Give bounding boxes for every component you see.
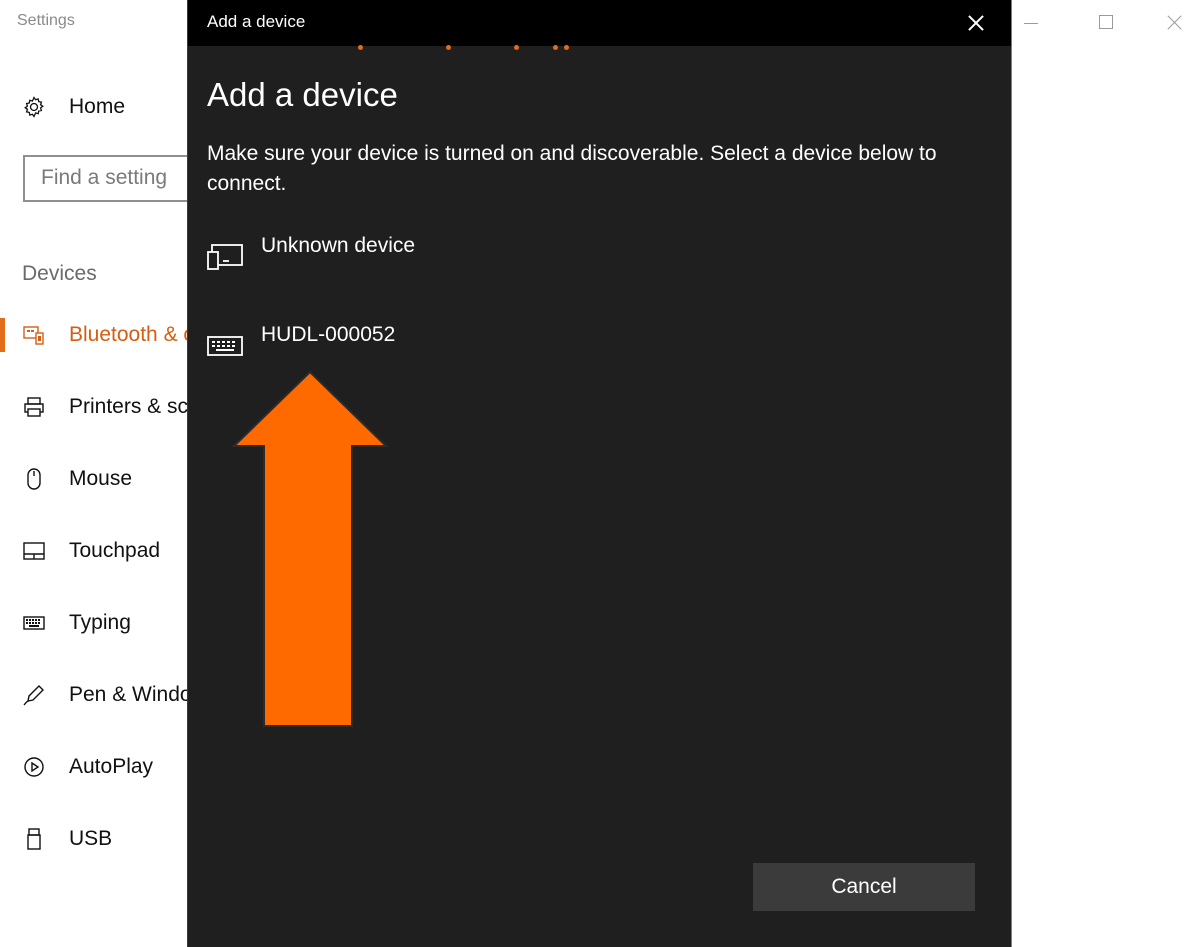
dialog-close-button[interactable] (961, 8, 991, 38)
mouse-icon (22, 467, 46, 491)
window-controls (1010, 0, 1200, 46)
sidebar-item-autoplay[interactable]: AutoPlay (22, 750, 153, 784)
progress-dot (358, 45, 363, 50)
sidebar-item-touchpad[interactable]: Touchpad (22, 534, 160, 568)
device-label: Unknown device (261, 234, 416, 257)
generic-device-icon (207, 240, 243, 272)
usb-icon (22, 827, 46, 851)
keyboard-device-icon (207, 329, 243, 361)
sidebar-item-label: Mouse (69, 467, 133, 490)
search-input[interactable]: Find a setting (23, 155, 213, 202)
printer-icon (22, 395, 46, 419)
dialog-titlebar-text: Add a device (207, 12, 306, 31)
sidebar-item-usb[interactable]: USB (22, 822, 112, 856)
close-window-button[interactable] (1160, 8, 1190, 38)
bluetooth-devices-icon (22, 323, 46, 347)
home-nav-item[interactable]: Home (22, 92, 125, 122)
device-label: HUDL-000052 (261, 323, 396, 346)
orange-arrow-annotation (232, 370, 389, 727)
maximize-button[interactable] (1094, 8, 1124, 38)
minimize-button[interactable] (1020, 8, 1050, 38)
progress-dot (446, 45, 451, 50)
dialog-instructions: Make sure your device is turned on and d… (207, 142, 937, 195)
searching-progress-dots (338, 45, 578, 53)
window-title: Settings (17, 12, 75, 29)
sidebar-item-label: Touchpad (69, 539, 161, 562)
home-label: Home (69, 95, 126, 118)
dialog-heading: Add a device (207, 76, 398, 113)
device-item-hudl[interactable]: HUDL-000052 (207, 323, 667, 367)
sidebar-item-typing[interactable]: Typing (22, 606, 131, 640)
device-item-unknown[interactable]: Unknown device (207, 234, 667, 278)
sidebar-item-label: USB (69, 827, 113, 850)
progress-dot (553, 45, 558, 50)
active-indicator (0, 318, 5, 352)
dialog-titlebar: Add a device (188, 0, 1011, 46)
pen-icon (22, 683, 46, 707)
section-label-devices: Devices (22, 262, 97, 285)
progress-dot (564, 45, 569, 50)
autoplay-icon (22, 755, 46, 779)
sidebar-item-label: AutoPlay (69, 755, 154, 778)
progress-dot (514, 45, 519, 50)
sidebar-item-mouse[interactable]: Mouse (22, 462, 132, 496)
touchpad-icon (22, 539, 46, 563)
sidebar-item-label: Typing (69, 611, 131, 634)
add-device-dialog: Add a device Add a device Make sure your… (187, 0, 1012, 947)
keyboard-icon (22, 611, 46, 635)
gear-icon (22, 95, 46, 119)
cancel-button[interactable]: Cancel (753, 863, 975, 911)
